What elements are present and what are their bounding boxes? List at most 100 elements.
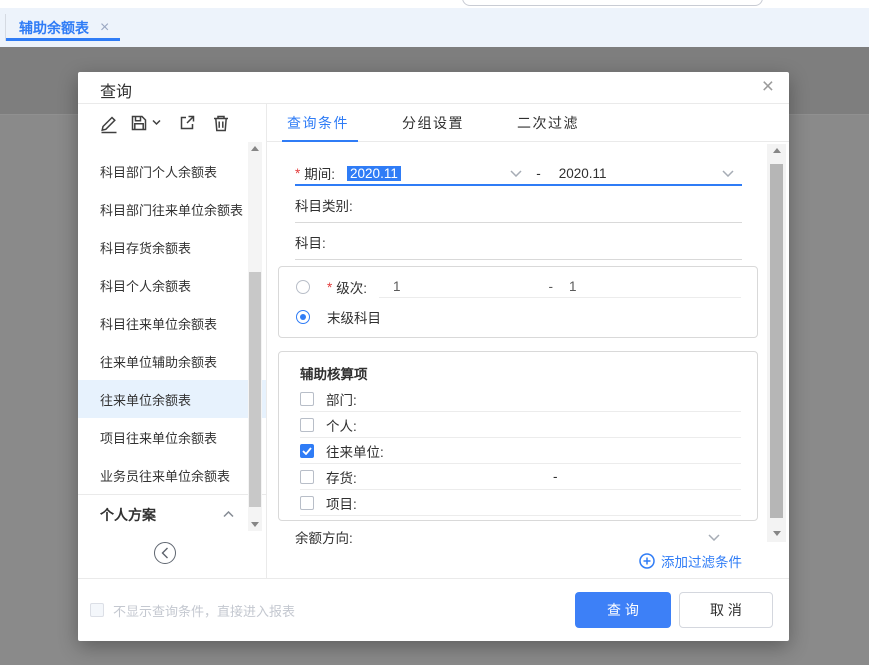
collapse-panel-icon[interactable] [154,542,176,564]
dialog-header: 查询 × [78,72,789,104]
scheme-panel: 科目部门个人余额表 科目部门往来单位余额表 科目存货余额表 科目个人余额表 科目… [78,104,267,578]
scheme-item[interactable]: 科目个人余额表 [78,266,266,304]
period-from-value: 2020.11 [347,166,401,181]
add-filter-link[interactable]: 添加过滤条件 [295,549,742,573]
workspace-tab-bar: 辅助余额表 × [0,8,869,47]
level-label: 级次: [336,277,367,297]
skip-conditions-option[interactable]: 不显示查询条件，直接进入报表 [90,601,295,620]
leaf-subject-row: 末级科目 [296,306,757,328]
scroll-up-icon[interactable] [251,146,259,151]
leaf-subject-radio[interactable] [296,310,310,324]
inventory-checkbox[interactable] [300,470,314,484]
aux-row-project: 项目: [300,490,741,516]
aux-row-label: 存货: [326,467,357,487]
balance-direction-label: 余额方向: [295,527,353,547]
scheme-item[interactable]: 科目存货余额表 [78,228,266,266]
query-panel: 查询条件 分组设置 二次过滤 * 期间: 2020.11 - 2020.11 [267,104,789,578]
required-mark: * [295,166,300,181]
save-icon[interactable] [129,113,161,133]
tab-bar-divider [5,14,6,41]
dialog-tabs: 查询条件 分组设置 二次过滤 [267,104,789,142]
subject-label: 科目: [295,232,326,252]
aux-row-label: 往来单位: [326,441,384,461]
dialog-close-icon[interactable]: × [762,74,774,100]
level-radio[interactable] [296,280,310,294]
tab-auxiliary-balance[interactable]: 辅助余额表 × [15,8,113,47]
aux-row-value: - [553,469,558,484]
balance-direction-select[interactable]: 余额方向: [295,525,742,549]
level-from-value: 1 [393,279,401,294]
scheme-item[interactable]: 科目部门个人余额表 [78,152,266,190]
tab-label: 辅助余额表 [19,18,89,38]
aux-accounting-box: 辅助核算项 部门: 个人: 往来 [278,351,758,521]
plus-circle-icon [639,553,655,569]
scheme-toolbar [78,104,266,141]
aux-row-label: 部门: [326,389,357,409]
scroll-up-icon[interactable] [773,148,781,153]
tab-secondary-filter[interactable]: 二次过滤 [517,113,579,133]
level-separator: - [549,279,554,294]
period-field-row: * 期间: 2020.11 - 2020.11 [295,162,742,186]
personal-scheme-section[interactable]: 个人方案 [78,494,266,534]
scrollbar-thumb[interactable] [770,164,783,518]
search-box-remnant[interactable] [462,0,763,6]
personal-scheme-label: 个人方案 [100,505,156,525]
scheme-item[interactable]: 科目往来单位余额表 [78,304,266,342]
aux-box-title: 辅助核算项 [300,360,741,386]
tab-query-conditions[interactable]: 查询条件 [287,113,349,133]
scheme-item[interactable]: 业务员往来单位余额表 [78,456,266,494]
delete-icon[interactable] [211,113,231,133]
leaf-subject-label: 末级科目 [327,307,381,327]
period-separator: - [536,166,541,181]
skip-conditions-label: 不显示查询条件，直接进入报表 [113,601,295,620]
query-form: * 期间: 2020.11 - 2020.11 科目类别: [267,142,789,578]
scrollbar-thumb[interactable] [249,272,261,507]
dialog-footer: 不显示查询条件，直接进入报表 查 询 取 消 [78,578,789,641]
scheme-item[interactable]: 往来单位辅助余额表 [78,342,266,380]
chevron-down-icon [722,170,734,177]
active-tab-underline [6,38,120,41]
scheme-list: 科目部门个人余额表 科目部门往来单位余额表 科目存货余额表 科目个人余额表 科目… [78,141,266,494]
scheme-list-scrollbar[interactable] [248,142,262,531]
dialog-title: 查询 [100,78,132,102]
cancel-button[interactable]: 取 消 [679,592,773,628]
subject-category-field[interactable]: 科目类别: [295,186,742,223]
query-dialog: 查询 × [78,72,789,641]
department-checkbox[interactable] [300,392,314,406]
skip-conditions-checkbox[interactable] [90,603,104,617]
aux-row-label: 个人: [326,415,357,435]
aux-row-label: 项目: [326,493,357,513]
aux-row-department: 部门: [300,386,741,412]
aux-row-inventory: 存货: - [300,464,741,490]
aux-row-person: 个人: [300,412,741,438]
scheme-item[interactable]: 项目往来单位余额表 [78,418,266,456]
level-row: * 级次: 1 - 1 [296,276,757,298]
scheme-item-selected[interactable]: 往来单位余额表 [78,380,266,418]
chevron-up-icon[interactable] [223,511,234,518]
level-to-value: 1 [569,279,577,294]
scroll-down-icon[interactable] [773,531,781,536]
tab-group-settings[interactable]: 分组设置 [402,113,464,133]
scroll-down-icon[interactable] [251,522,259,527]
add-filter-label: 添加过滤条件 [661,551,742,571]
query-button[interactable]: 查 询 [575,592,671,628]
chevron-down-icon [510,170,522,177]
subject-field[interactable]: 科目: [295,223,742,260]
period-label: 期间: [304,163,335,183]
required-mark: * [327,280,332,295]
subject-category-label: 科目类别: [295,195,353,215]
period-to-select[interactable]: 2020.11 [547,166,742,181]
counterparty-checkbox[interactable] [300,444,314,458]
export-icon[interactable] [177,113,197,133]
scheme-item[interactable]: 科目部门往来单位余额表 [78,190,266,228]
form-scrollbar[interactable] [767,144,786,542]
tab-close-icon[interactable]: × [100,19,109,37]
aux-row-counterparty: 往来单位: [300,438,741,464]
period-from-select[interactable]: 2020.11 [335,166,530,181]
level-range-field[interactable]: 1 - 1 [379,276,741,298]
level-options-box: * 级次: 1 - 1 末级科目 [278,266,758,338]
project-checkbox[interactable] [300,496,314,510]
edit-icon[interactable] [99,112,119,134]
chevron-down-icon [708,534,720,541]
person-checkbox[interactable] [300,418,314,432]
